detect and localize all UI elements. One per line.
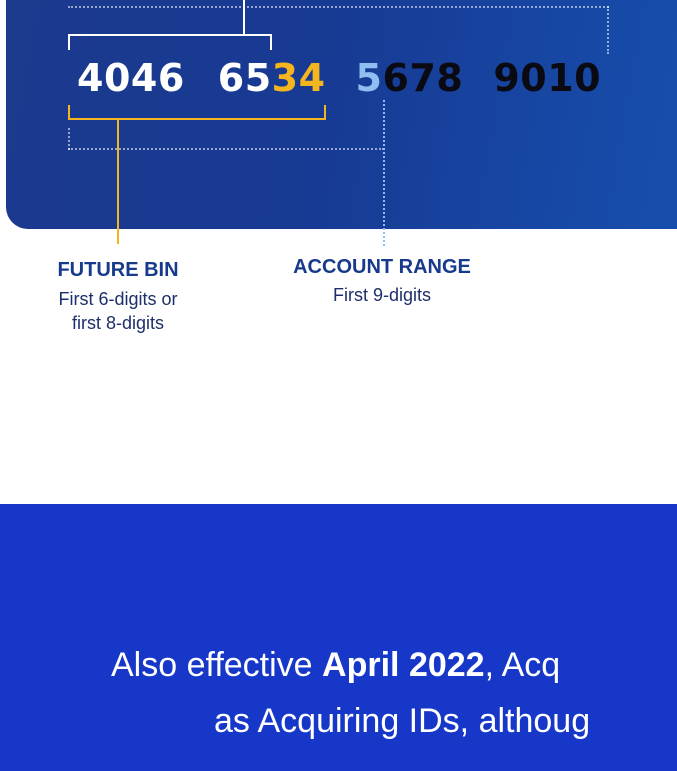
digit-group-3-blue: 5 xyxy=(355,56,383,100)
banner-line-2: as Acquiring IDs, althoug xyxy=(214,702,591,740)
future-bin-title: FUTURE BIN xyxy=(57,259,179,281)
future-bin-subtitle: First 6-digits or first 8-digits xyxy=(58,289,178,333)
announcement-banner: Also effective April 2022, Acq as Acquir… xyxy=(0,504,677,771)
account-range-subtitle: First 9-digits xyxy=(332,285,431,305)
account-range-dotted-stem xyxy=(383,100,385,246)
card-number: 4046 6534 5678 9010 xyxy=(77,53,601,103)
top-dotted-guide xyxy=(68,6,609,8)
account-range-title: ACCOUNT RANGE xyxy=(293,256,471,278)
digit-group-1: 4046 xyxy=(77,56,185,100)
digit-group-2-white: 65 xyxy=(217,56,272,100)
digit-group-2-yellow: 34 xyxy=(271,56,326,100)
banner-line-1: Also effective April 2022, Acq xyxy=(111,646,561,684)
bottom-dotted-guide xyxy=(68,148,384,150)
digit-group-3-black: 678 xyxy=(382,56,464,100)
digit-group-4: 9010 xyxy=(493,56,602,100)
future-bin-stem xyxy=(117,118,119,244)
top-bracket-stem xyxy=(243,0,245,36)
future-bin-bracket xyxy=(68,105,326,120)
banner-date: April 2022 xyxy=(322,646,485,684)
right-dotted-guide xyxy=(607,6,609,54)
left-dotted-guide xyxy=(68,128,70,150)
top-bracket xyxy=(68,34,272,50)
